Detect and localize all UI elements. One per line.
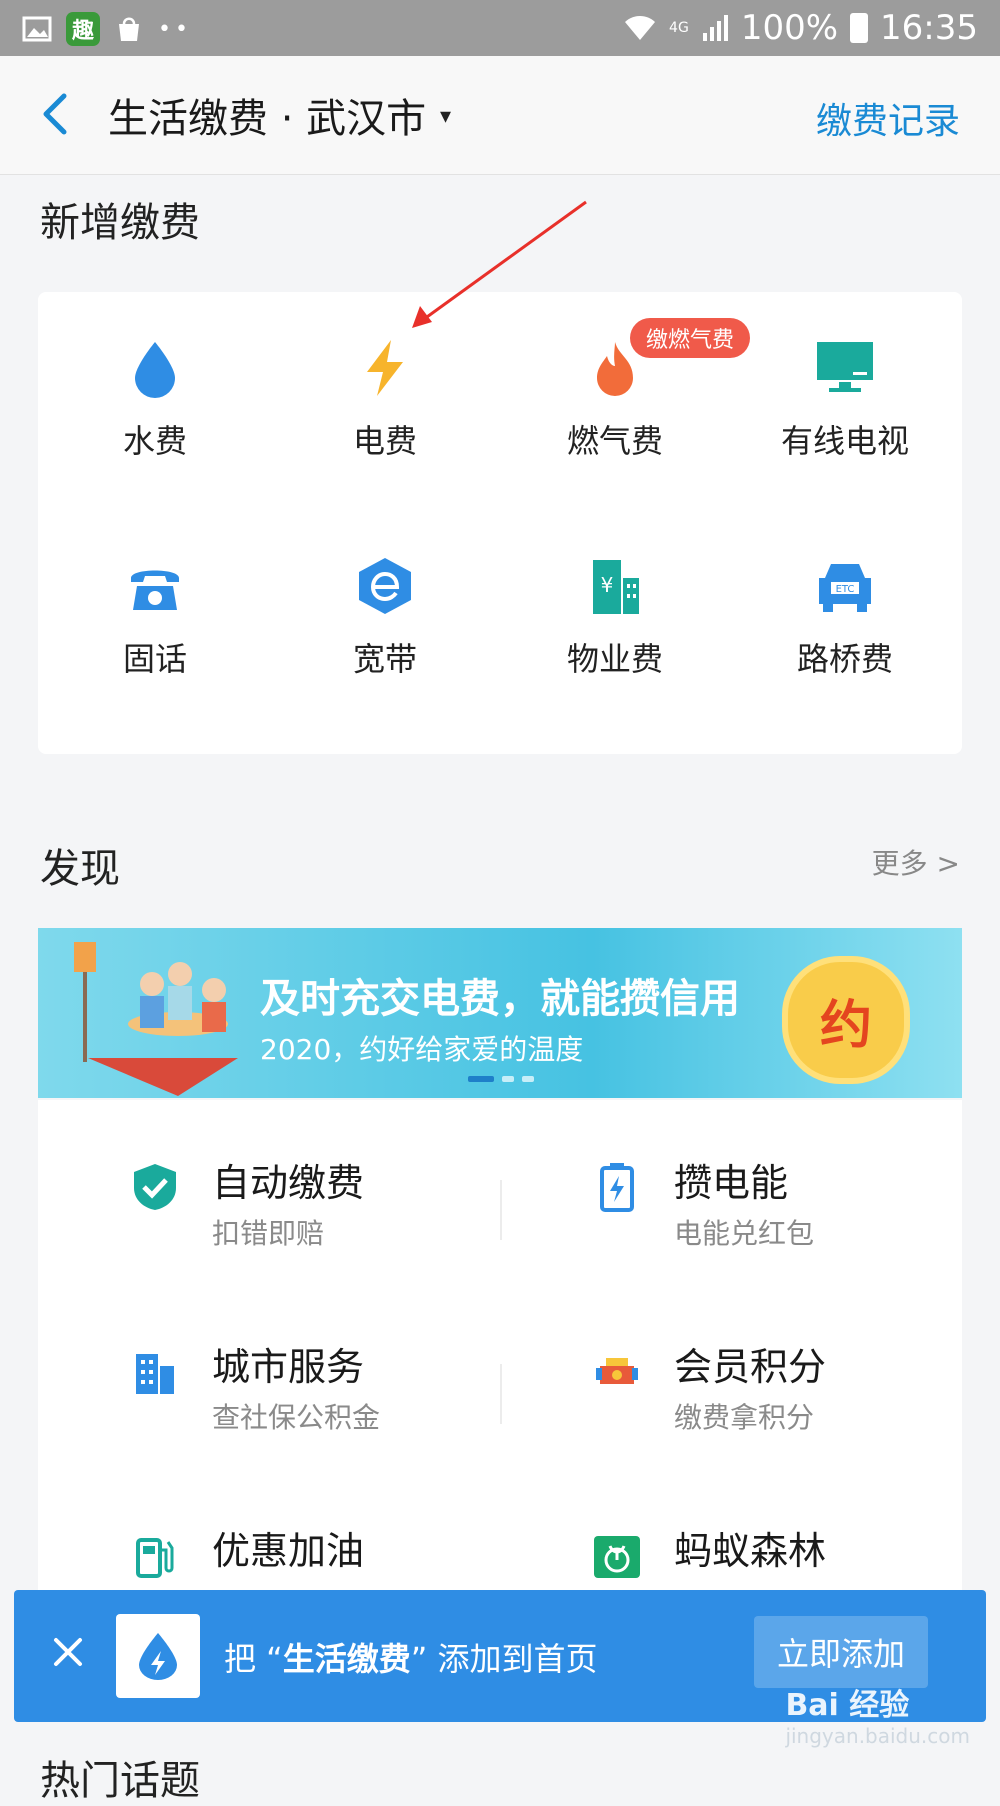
grid-item-property[interactable]: ¥ 物业费 [500, 556, 730, 680]
battery-percent: 100% [740, 8, 839, 48]
grid-label-broadband: 宽带 [352, 640, 417, 678]
sprout-icon [594, 1536, 640, 1578]
banner-title: 及时充交电费，就能攒信用 [260, 976, 740, 1022]
discover-title: 发现 [40, 846, 120, 892]
city-building-icon [136, 1354, 174, 1394]
discover-item-title: 会员积分 [674, 1345, 827, 1389]
app-thumbnail [116, 1614, 200, 1698]
city-dropdown-caret-icon[interactable]: ▾ [440, 104, 451, 129]
lightning-icon [367, 340, 403, 396]
wifi-icon [625, 16, 656, 40]
add-to-home-text: 把 “生活缴费” 添加到首页 [224, 1634, 598, 1680]
banner-seal: 约 [782, 956, 910, 1084]
network-type: 4G [669, 20, 689, 36]
carousel-dot [522, 1076, 534, 1082]
grid-label-gas: 燃气费 [566, 422, 663, 460]
add-payment-title: 新增缴费 [40, 200, 200, 246]
watermark-url: jingyan.baidu.com [785, 1724, 970, 1748]
grid-label-water: 水费 [122, 422, 187, 460]
more-notifications-icon: •• [158, 16, 192, 42]
grid-item-water[interactable]: 水费 [40, 338, 270, 462]
banner-subtitle: 2020，约好给家爱的温度 [260, 1033, 584, 1066]
discover-item-subtitle: 电能兑红包 [674, 1217, 815, 1250]
gallery-icon [22, 16, 52, 42]
add-suffix: ” 添加到首页 [410, 1640, 598, 1678]
divider [500, 1364, 502, 1424]
hot-topics-title: 热门话题 [40, 1758, 200, 1804]
promo-banner[interactable]: 及时充交电费，就能攒信用 2020，约好给家爱的温度 约 [38, 928, 962, 1098]
more-link[interactable]: 更多 > [872, 842, 960, 882]
grid-item-broadband[interactable]: 宽带 [270, 556, 500, 680]
add-app-name: 生活缴费 [282, 1640, 411, 1678]
discover-item-subtitle: 查社保公积金 [212, 1401, 381, 1434]
signal-icon [702, 15, 728, 41]
grid-label-cable-tv: 有线电视 [780, 422, 909, 460]
close-icon[interactable] [48, 1632, 88, 1672]
divider [500, 1180, 502, 1240]
gas-promo-badge: 缴燃气费 [630, 318, 751, 358]
grid-item-electric[interactable]: 电费 [270, 338, 500, 462]
app-notification-icon: 趣 [66, 12, 100, 46]
page-title[interactable]: 生活缴费 · 武汉市 [108, 86, 426, 144]
baidu-watermark: Bai 经验 jingyan.baidu.com [785, 1680, 970, 1748]
battery-icon [600, 1163, 634, 1212]
building-icon: ¥ [593, 560, 639, 614]
carousel-dots [468, 1076, 534, 1082]
discover-item-subtitle: 扣错即赔 [212, 1217, 325, 1250]
water-drop-icon [135, 342, 175, 398]
grid-label-toll: 路桥费 [796, 640, 893, 678]
discover-item-title: 优惠加油 [212, 1529, 365, 1573]
discover-item-subtitle: 缴费拿积分 [674, 1401, 815, 1434]
discover-item-title: 城市服务 [212, 1345, 365, 1389]
telephone-icon [131, 570, 179, 610]
broadband-icon [359, 558, 411, 614]
discover-item-title: 自动缴费 [212, 1161, 365, 1205]
payment-record-link[interactable]: 缴费记录 [816, 92, 960, 144]
add-now-button[interactable]: 立即添加 [754, 1616, 928, 1688]
shield-check-icon [134, 1164, 176, 1210]
family-illustration-icon [74, 942, 238, 1096]
back-arrow-icon[interactable] [36, 92, 76, 136]
tv-icon [817, 342, 873, 392]
battery-icon [850, 13, 869, 43]
shopping-bag-icon [119, 17, 139, 41]
fuel-pump-icon [136, 1538, 174, 1578]
discover-item-title: 攒电能 [674, 1161, 789, 1205]
grid-item-toll[interactable]: ETC 路桥费 [730, 556, 960, 680]
carousel-dot-active [468, 1076, 494, 1082]
clock: 16:35 [880, 8, 978, 48]
car-etc-icon: ETC [819, 564, 871, 612]
grid-label-landline: 固话 [122, 640, 187, 678]
grid-label-electric: 电费 [352, 422, 417, 460]
status-bar: 趣 •• 4G 100% 16:35 [0, 0, 1000, 56]
gift-icon [596, 1358, 638, 1384]
watermark-brand: Bai 经验 [785, 1688, 910, 1723]
nav-header: 生活缴费 · 武汉市 ▾ 缴费记录 [0, 56, 1000, 175]
grid-item-cable-tv[interactable]: 有线电视 [730, 338, 960, 462]
etc-label: ETC [836, 584, 855, 595]
discover-item-title: 蚂蚁森林 [674, 1529, 827, 1573]
water-bolt-icon [139, 1633, 177, 1680]
carousel-dot [502, 1076, 514, 1082]
grid-label-property: 物业费 [566, 640, 663, 678]
add-prefix: 把 “ [224, 1640, 283, 1678]
svg-text:¥: ¥ [601, 573, 614, 597]
grid-item-landline[interactable]: 固话 [40, 556, 270, 680]
